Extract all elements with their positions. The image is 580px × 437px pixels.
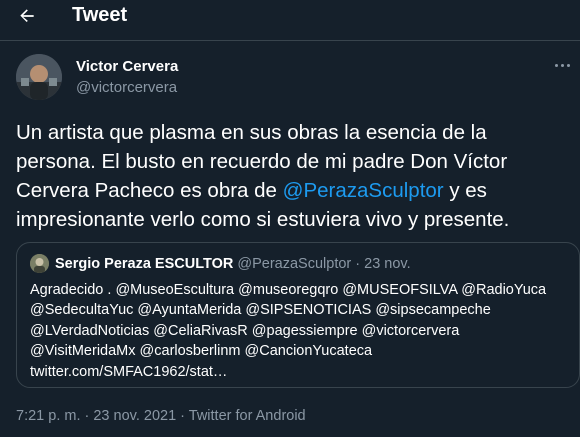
avatar-photo: [16, 54, 62, 100]
separator: ·: [351, 256, 365, 272]
tweet-text: Un artista que plasma en sus obras la es…: [16, 118, 576, 234]
quoted-date: 23 nov.: [364, 256, 411, 272]
more-horizontal-icon: [554, 63, 558, 67]
author-avatar[interactable]: [16, 54, 62, 100]
avatar-photo: [30, 254, 49, 273]
quoted-text: Agradecido . @MuseoEscultura @museoregqr…: [30, 282, 547, 380]
author-handle[interactable]: @victorcervera: [76, 79, 177, 96]
top-bar: Tweet: [0, 0, 580, 33]
tweet-meta: 7:21 p. m. · 23 nov. 2021 · Twitter for …: [16, 408, 306, 424]
more-options-button[interactable]: [552, 58, 572, 72]
back-button[interactable]: [16, 5, 38, 27]
arrow-left-icon: [20, 9, 34, 22]
author-name[interactable]: Victor Cervera: [76, 58, 178, 75]
quoted-author-avatar: [30, 254, 49, 273]
quoted-header: Sergio Peraza ESCULTOR @PerazaSculptor ·…: [55, 256, 411, 272]
mention-link[interactable]: @PerazaSculptor: [283, 179, 444, 202]
quoted-author-name: Sergio Peraza ESCULTOR: [55, 256, 234, 272]
header-divider: [0, 40, 580, 41]
quoted-tweet[interactable]: Sergio Peraza ESCULTOR @PerazaSculptor ·…: [16, 242, 580, 388]
page-title: Tweet: [72, 4, 128, 26]
quoted-author-handle: @PerazaSculptor: [237, 256, 352, 272]
